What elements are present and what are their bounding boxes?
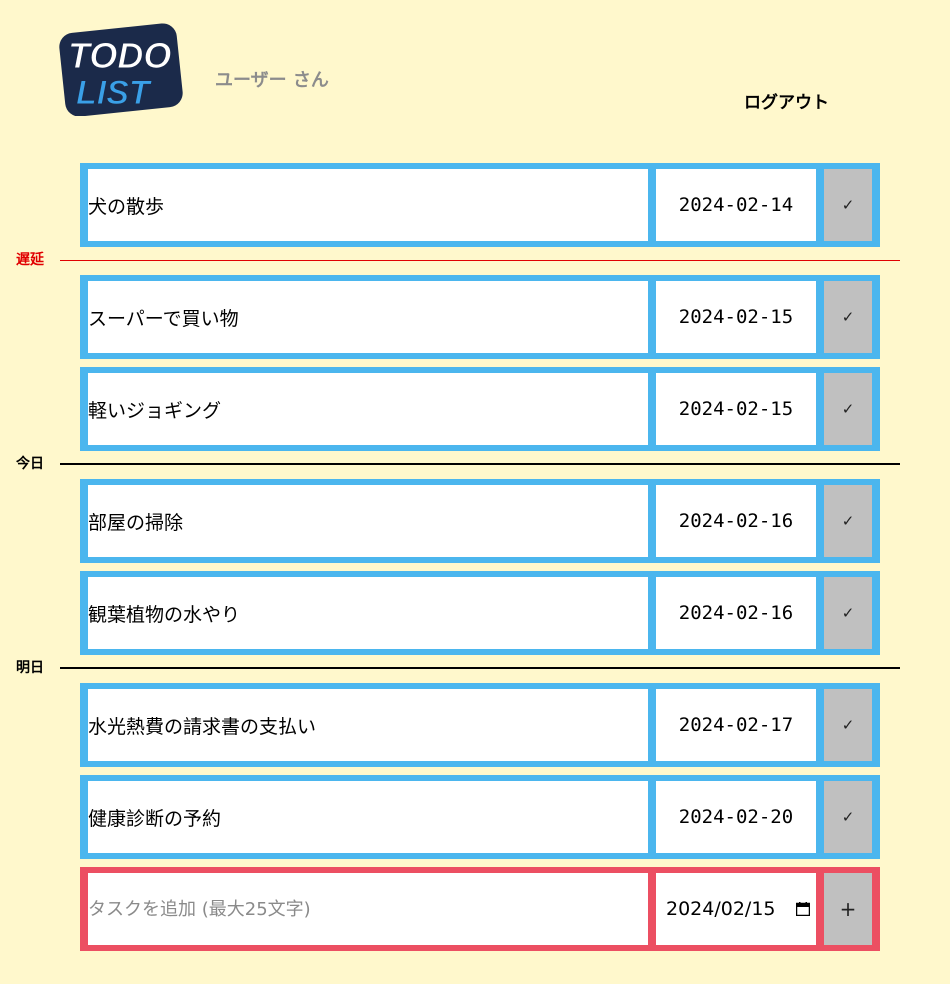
task-row: 犬の散歩 2024-02-14 ✓ bbox=[80, 163, 880, 247]
task-title[interactable]: 犬の散歩 bbox=[88, 169, 648, 241]
task-title[interactable]: 観葉植物の水やり bbox=[88, 577, 648, 649]
check-icon: ✓ bbox=[841, 400, 855, 418]
svg-text:TODO: TODO bbox=[68, 35, 171, 76]
complete-button[interactable]: ✓ bbox=[824, 169, 872, 241]
task-row: 観葉植物の水やり 2024-02-16 ✓ bbox=[80, 571, 880, 655]
task-row: 健康診断の予約 2024-02-20 ✓ bbox=[80, 775, 880, 859]
tomorrow-divider: 明日 bbox=[0, 660, 950, 676]
task-date[interactable]: 2024-02-16 bbox=[656, 577, 816, 649]
complete-button[interactable]: ✓ bbox=[824, 781, 872, 853]
task-date[interactable]: 2024-02-20 bbox=[656, 781, 816, 853]
logout-button[interactable]: ログアウト bbox=[744, 88, 829, 113]
new-task-row: 2024/02/15 + bbox=[80, 867, 880, 951]
task-date[interactable]: 2024-02-17 bbox=[656, 689, 816, 761]
check-icon: ✓ bbox=[841, 604, 855, 622]
task-date[interactable]: 2024-02-15 bbox=[656, 281, 816, 353]
add-task-button[interactable]: + bbox=[824, 873, 872, 945]
check-icon: ✓ bbox=[841, 808, 855, 826]
check-icon: ✓ bbox=[841, 512, 855, 530]
task-date[interactable]: 2024-02-16 bbox=[656, 485, 816, 557]
task-row: スーパーで買い物 2024-02-15 ✓ bbox=[80, 275, 880, 359]
task-title[interactable]: 軽いジョギング bbox=[88, 373, 648, 445]
complete-button[interactable]: ✓ bbox=[824, 577, 872, 649]
today-divider: 今日 bbox=[0, 456, 950, 472]
late-label: 遅延 bbox=[16, 252, 44, 268]
new-task-date-field[interactable]: 2024/02/15 bbox=[656, 873, 816, 945]
task-row: 部屋の掃除 2024-02-16 ✓ bbox=[80, 479, 880, 563]
check-icon: ✓ bbox=[841, 716, 855, 734]
calendar-icon[interactable] bbox=[796, 902, 810, 916]
task-title[interactable]: 健康診断の予約 bbox=[88, 781, 648, 853]
task-title[interactable]: 水光熱費の請求書の支払い bbox=[88, 689, 648, 761]
complete-button[interactable]: ✓ bbox=[824, 281, 872, 353]
complete-button[interactable]: ✓ bbox=[824, 689, 872, 761]
late-line bbox=[60, 260, 900, 261]
check-icon: ✓ bbox=[841, 196, 855, 214]
task-title[interactable]: 部屋の掃除 bbox=[88, 485, 648, 557]
complete-button[interactable]: ✓ bbox=[824, 485, 872, 557]
todo-list-logo: TODO LIST bbox=[58, 22, 184, 117]
tomorrow-label: 明日 bbox=[16, 660, 44, 676]
task-date[interactable]: 2024-02-14 bbox=[656, 169, 816, 241]
username: ユーザー さん bbox=[215, 70, 329, 91]
task-date[interactable]: 2024-02-15 bbox=[656, 373, 816, 445]
today-line bbox=[60, 463, 900, 465]
tomorrow-line bbox=[60, 667, 900, 669]
new-task-title-container bbox=[88, 873, 648, 945]
today-label: 今日 bbox=[16, 456, 44, 472]
task-row: 軽いジョギング 2024-02-15 ✓ bbox=[80, 367, 880, 451]
check-icon: ✓ bbox=[841, 308, 855, 326]
task-row: 水光熱費の請求書の支払い 2024-02-17 ✓ bbox=[80, 683, 880, 767]
complete-button[interactable]: ✓ bbox=[824, 373, 872, 445]
plus-icon: + bbox=[839, 897, 857, 921]
new-task-input[interactable] bbox=[88, 873, 648, 945]
new-task-date-value: 2024/02/15 bbox=[666, 898, 776, 920]
late-divider: 遅延 bbox=[0, 252, 950, 268]
svg-text:LIST: LIST bbox=[76, 74, 153, 112]
task-title[interactable]: スーパーで買い物 bbox=[88, 281, 648, 353]
